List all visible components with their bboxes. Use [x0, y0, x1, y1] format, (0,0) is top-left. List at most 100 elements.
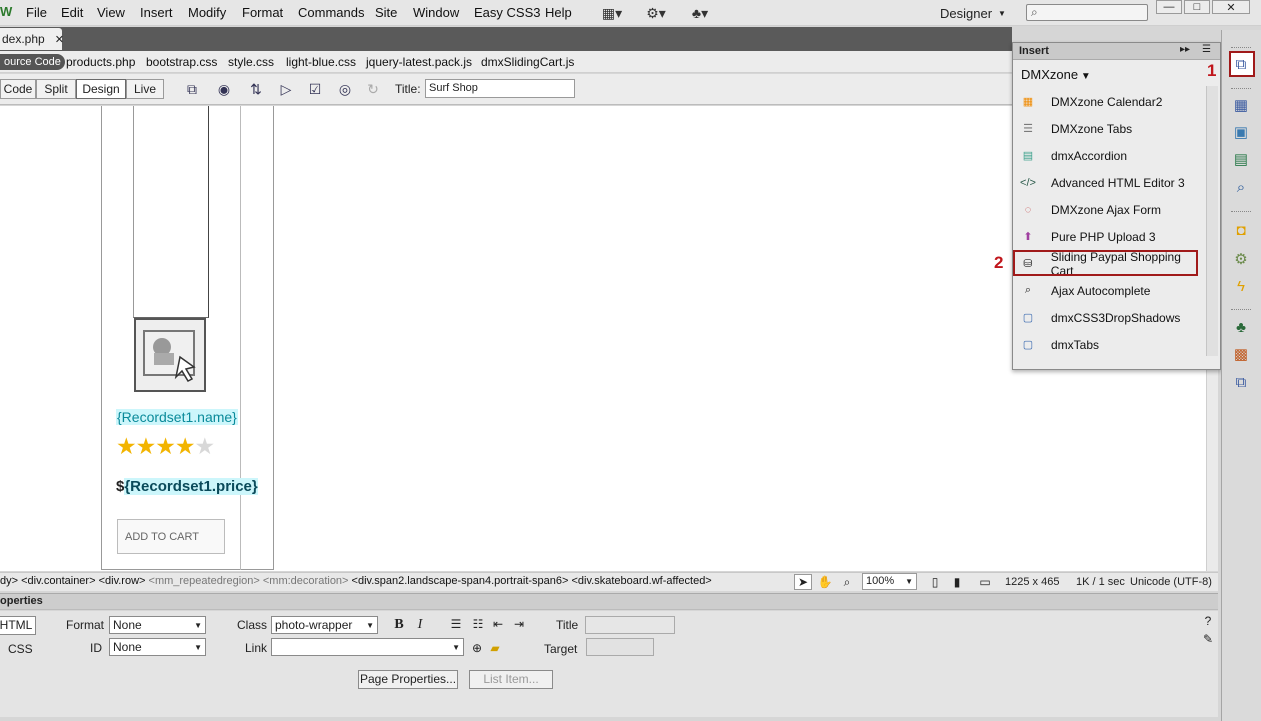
toolbox-icon[interactable]: ▩ [1230, 343, 1252, 365]
refresh-icon[interactable]: ↻ [361, 79, 385, 99]
expand-panel-icon[interactable]: ▸▸ [1180, 44, 1190, 55]
check-page-icon[interactable]: ☑ [303, 79, 327, 99]
browser-preview-icon[interactable]: ◉ [212, 79, 236, 99]
database-icon[interactable]: ▦ [1230, 94, 1252, 116]
menu-file[interactable]: File [26, 5, 47, 20]
menu-insert[interactable]: Insert [140, 5, 173, 20]
zoom-select[interactable]: 100% ▼ [862, 573, 917, 590]
tag-path-item[interactable]: <div.span2.landscape-span4.portrait-span… [352, 575, 569, 587]
live-view-button[interactable]: Live [126, 79, 164, 99]
workspace-switcher[interactable]: Designer ▼ [932, 2, 1014, 24]
mobile-size-icon[interactable]: ▯ [926, 574, 944, 590]
point-to-file-icon[interactable]: ⊕ [469, 641, 485, 657]
site-icon[interactable]: ♣▾ [686, 3, 714, 23]
insert-item[interactable]: ⬆ Pure PHP Upload 3 [1015, 224, 1205, 249]
bold-icon[interactable]: B [391, 617, 407, 633]
window-size[interactable]: 1225 x 465 [1005, 576, 1059, 588]
server-behaviors-icon[interactable]: ⚙ [1230, 248, 1252, 270]
code-inspect-icon[interactable]: ⌕ [1230, 176, 1252, 198]
menu-commands[interactable]: Commands [298, 5, 364, 20]
title-field[interactable] [585, 616, 675, 634]
minimize-button[interactable]: — [1156, 0, 1182, 14]
tag-path-item[interactable]: <div.skateboard.wf-affected> [572, 575, 712, 587]
tag-path-item[interactable]: dy> [0, 575, 18, 587]
insert-item[interactable]: ▢ dmxCSS3DropShadows [1015, 305, 1205, 330]
page-properties-button[interactable]: Page Properties... [358, 670, 458, 689]
class-select[interactable]: photo-wrapper [271, 616, 378, 634]
title-input[interactable]: Surf Shop [425, 79, 575, 98]
quick-tag-editor-icon[interactable]: ✎ [1200, 632, 1216, 648]
source-code-button[interactable]: ource Code [0, 54, 65, 70]
target-select[interactable] [586, 638, 654, 656]
menu-site[interactable]: Site [375, 5, 397, 20]
menu-format[interactable]: Format [242, 5, 283, 20]
tag-path-item[interactable]: <mm:decoration> [263, 575, 349, 587]
close-icon[interactable]: ✕ [55, 33, 64, 46]
menu-edit[interactable]: Edit [61, 5, 83, 20]
panel-menu-icon[interactable]: ☰ [1202, 44, 1211, 55]
multiscreen-icon[interactable]: ⧉ [180, 79, 204, 99]
related-file-bootstrap[interactable]: bootstrap.css [146, 55, 217, 69]
price-binding[interactable]: ${Recordset1.price} [116, 478, 258, 495]
list-item-button[interactable]: List Item... [469, 670, 553, 689]
photo-wrapper[interactable] [133, 106, 209, 318]
search-input[interactable]: ⌕ [1026, 4, 1148, 21]
debug-icon[interactable]: ▷ [274, 79, 298, 99]
databases-icon[interactable]: ◘ [1230, 219, 1252, 241]
id-select[interactable]: None [109, 638, 206, 656]
tablet-size-icon[interactable]: ▮ [948, 574, 966, 590]
related-file-jquery[interactable]: jquery-latest.pack.js [366, 55, 472, 69]
insert-item[interactable]: </> Advanced HTML Editor 3 [1015, 170, 1205, 195]
design-view-button[interactable]: Design [76, 79, 126, 99]
menu-easy-css3[interactable]: Easy CSS3 [474, 5, 540, 20]
file-transfer-icon[interactable]: ⇅ [244, 79, 268, 99]
help-icon[interactable]: ? [1200, 614, 1216, 630]
zoom-tool-icon[interactable]: ⌕ [838, 574, 856, 590]
insert-item[interactable]: ☰ DMXzone Tabs [1015, 116, 1205, 141]
pointer-tool-icon[interactable]: ➤ [794, 574, 812, 590]
assets-icon[interactable]: ▣ [1230, 121, 1252, 143]
related-file-products[interactable]: products.php [66, 55, 135, 69]
link-input[interactable] [271, 638, 464, 656]
close-button[interactable]: ✕ [1212, 0, 1250, 14]
hand-tool-icon[interactable]: ✋ [816, 574, 834, 590]
insert-item[interactable]: ▦ DMXzone Calendar2 [1015, 89, 1205, 114]
format-select[interactable]: None [109, 616, 206, 634]
insert-item[interactable]: ⌕ Ajax Autocomplete [1015, 278, 1205, 303]
menu-window[interactable]: Window [413, 5, 459, 20]
image-placeholder-icon[interactable] [134, 318, 206, 392]
menu-modify[interactable]: Modify [188, 5, 226, 20]
insert-panel-scrollbar[interactable] [1206, 86, 1218, 356]
layout-icon[interactable]: ▦▾ [598, 3, 626, 23]
snippets-icon[interactable]: ▤ [1230, 148, 1252, 170]
menu-help[interactable]: Help [545, 5, 572, 20]
insert-category-select[interactable]: DMXzone [1021, 67, 1091, 82]
gear-icon[interactable]: ⚙▾ [642, 3, 670, 23]
tag-path-item[interactable]: <mm_repeatedregion> [149, 575, 260, 587]
insert-item[interactable]: ▤ dmxAccordion [1015, 143, 1205, 168]
document-tab[interactable]: dex.php ✕ [0, 28, 64, 50]
tag-path-item[interactable]: <div.row> [99, 575, 146, 587]
menu-view[interactable]: View [97, 5, 125, 20]
related-file-style[interactable]: style.css [228, 55, 274, 69]
maximize-button[interactable]: □ [1184, 0, 1210, 14]
related-file-light-blue[interactable]: light-blue.css [286, 55, 356, 69]
add-to-cart-button[interactable]: ADD TO CART [117, 519, 225, 554]
code-view-button[interactable]: Code [0, 79, 36, 99]
html-mode-button[interactable]: HTML [0, 616, 36, 635]
visual-aids-icon[interactable]: ◎ [333, 79, 357, 99]
related-file-sliding-cart[interactable]: dmxSlidingCart.js [481, 55, 574, 69]
record-name-binding[interactable]: {Recordset1.name} [116, 409, 238, 425]
files-icon[interactable]: ♣ [1230, 316, 1252, 338]
indent-icon[interactable]: ⇥ [511, 617, 527, 633]
history-icon[interactable]: ⧉ [1230, 371, 1252, 393]
folder-icon[interactable]: ▰ [487, 641, 503, 657]
italic-icon[interactable]: I [412, 617, 428, 633]
css-mode-button[interactable]: CSS [8, 642, 33, 656]
insert-item[interactable]: ◌ DMXzone Ajax Form [1015, 197, 1205, 222]
unordered-list-icon[interactable]: ☰ [448, 617, 464, 633]
desktop-size-icon[interactable]: ▭ [974, 574, 996, 590]
outdent-icon[interactable]: ⇤ [490, 617, 506, 633]
insert-item[interactable]: ▢ dmxTabs [1015, 332, 1205, 357]
tag-selector[interactable]: dy> <div.container> <div.row> <mm_repeat… [0, 575, 712, 587]
